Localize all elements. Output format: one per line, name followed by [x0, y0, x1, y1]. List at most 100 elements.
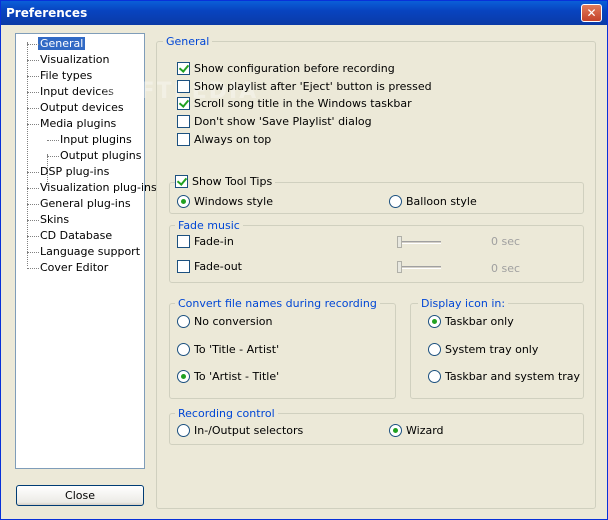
slider-thumb[interactable] — [397, 261, 402, 273]
radio-title-artist[interactable]: To 'Title - Artist' — [177, 342, 279, 358]
tree-connector — [27, 44, 39, 45]
option-always-on-top[interactable]: Always on top — [177, 132, 271, 148]
option-label: Show playlist after 'Eject' button is pr… — [194, 80, 432, 93]
radio-balloon-style[interactable]: Balloon style — [389, 194, 477, 210]
radio-windows-style[interactable]: Windows style — [177, 194, 273, 210]
fade-out-slider[interactable] — [397, 259, 441, 275]
radio-artist-title[interactable]: To 'Artist - Title' — [177, 369, 279, 385]
checkbox[interactable] — [177, 132, 190, 146]
tree-connector — [27, 252, 39, 253]
radio-no-conversion[interactable]: No conversion — [177, 314, 273, 330]
tree-item[interactable]: Visualization plug-ins — [16, 180, 157, 196]
fade-legend: Fade music — [175, 219, 243, 232]
radio[interactable] — [389, 194, 402, 208]
tree-connector — [27, 76, 39, 77]
option-label: Show configuration before recording — [194, 62, 395, 75]
tree-item-label: File types — [40, 69, 93, 82]
radio[interactable] — [177, 369, 190, 383]
tree-item[interactable]: CD Database — [16, 228, 144, 244]
tree-item-label: DSP plug-ins — [40, 165, 110, 178]
option-label: Show Tool Tips — [192, 175, 273, 188]
option-dont-show-save[interactable]: Don't show 'Save Playlist' dialog — [177, 114, 372, 130]
radio[interactable] — [428, 342, 441, 356]
option-label: To 'Title - Artist' — [194, 343, 280, 356]
option-label: Taskbar only — [445, 315, 514, 328]
tree-item[interactable]: Visualization — [16, 52, 144, 68]
tree-item[interactable]: General plug-ins — [16, 196, 144, 212]
option-label: Fade-out — [194, 260, 242, 273]
slider-thumb[interactable] — [397, 236, 402, 248]
close-button[interactable]: Close — [16, 485, 144, 506]
tree-connector — [27, 204, 39, 205]
window-title: Preferences — [6, 6, 88, 20]
tree-item[interactable]: Output plugins — [16, 148, 144, 164]
option-fade-out[interactable]: Fade-out — [177, 259, 242, 275]
tree-item[interactable]: Media plugins — [16, 116, 144, 132]
tree-item[interactable]: Skins — [16, 212, 144, 228]
tree-item[interactable]: Language support — [16, 244, 144, 260]
tree-item-label: CD Database — [40, 229, 113, 242]
tree-item-label: General — [38, 37, 86, 50]
window-close-icon[interactable]: ✕ — [581, 4, 602, 22]
radio[interactable] — [428, 314, 441, 328]
tree-item-label: Visualization — [40, 53, 110, 66]
tree-item[interactable]: DSP plug-ins — [16, 164, 144, 180]
option-label: Scroll song title in the Windows taskbar — [194, 97, 412, 110]
option-label: Wizard — [406, 424, 444, 437]
radio-taskbar-only[interactable]: Taskbar only — [428, 314, 514, 330]
radio-system-tray-only[interactable]: System tray only — [428, 342, 538, 358]
tree-connector — [27, 172, 39, 173]
recording-legend: Recording control — [175, 407, 278, 420]
radio[interactable] — [177, 314, 190, 328]
checkbox[interactable] — [177, 96, 190, 110]
option-fade-in[interactable]: Fade-in — [177, 234, 234, 250]
option-show-tooltips[interactable]: Show Tool Tips — [175, 174, 276, 190]
radio-taskbar-and-tray[interactable]: Taskbar and system tray — [428, 369, 580, 385]
tree-connector — [27, 108, 39, 109]
checkbox[interactable] — [175, 174, 188, 188]
option-label: Balloon style — [406, 195, 477, 208]
tree-connector — [27, 268, 39, 269]
tree-connector — [27, 124, 39, 125]
tree-item-label: Visualization plug-ins — [40, 181, 157, 194]
preferences-window: Preferences ✕ General Visualization File t… — [0, 0, 608, 520]
radio[interactable] — [389, 423, 402, 437]
tree-connector — [27, 60, 39, 61]
checkbox[interactable] — [177, 259, 190, 273]
option-scroll-title[interactable]: Scroll song title in the Windows taskbar — [177, 96, 412, 112]
tree-connector — [47, 156, 59, 157]
tree-item-label: General plug-ins — [40, 197, 131, 210]
option-label: Fade-in — [194, 235, 234, 248]
radio[interactable] — [177, 342, 190, 356]
tree-item[interactable]: Input plugins — [16, 132, 144, 148]
checkbox[interactable] — [177, 234, 190, 248]
option-label: No conversion — [194, 315, 273, 328]
title-bar: Preferences — [1, 1, 607, 25]
option-show-config[interactable]: Show configuration before recording — [177, 61, 395, 77]
fade-in-slider[interactable] — [397, 234, 441, 250]
display-icon-legend: Display icon in: — [418, 297, 509, 310]
convert-legend: Convert file names during recording — [175, 297, 380, 310]
radio[interactable] — [177, 194, 190, 208]
tree-item-label: Media plugins — [40, 117, 117, 130]
tree-connector — [27, 92, 39, 93]
tree-item-label: Input plugins — [60, 133, 132, 146]
tree-item[interactable]: General — [16, 36, 144, 52]
option-label: Windows style — [194, 195, 273, 208]
tree-connector — [27, 220, 39, 221]
checkbox[interactable] — [177, 61, 190, 75]
checkbox[interactable] — [177, 79, 190, 93]
radio[interactable] — [177, 423, 190, 437]
radio[interactable] — [428, 369, 441, 383]
option-label: Always on top — [194, 133, 272, 146]
radio-wizard[interactable]: Wizard — [389, 423, 444, 439]
option-label: To 'Artist - Title' — [194, 370, 280, 383]
checkbox[interactable] — [177, 114, 190, 128]
option-label: Don't show 'Save Playlist' dialog — [194, 115, 372, 128]
radio-io-selectors[interactable]: In-/Output selectors — [177, 423, 303, 439]
tree-item-label: Language support — [40, 245, 141, 258]
tree-item[interactable]: Cover Editor — [16, 260, 144, 276]
option-show-playlist[interactable]: Show playlist after 'Eject' button is pr… — [177, 79, 432, 95]
fade-in-value: 0 sec — [491, 235, 521, 248]
tree-item-label: Output plugins — [60, 149, 142, 162]
